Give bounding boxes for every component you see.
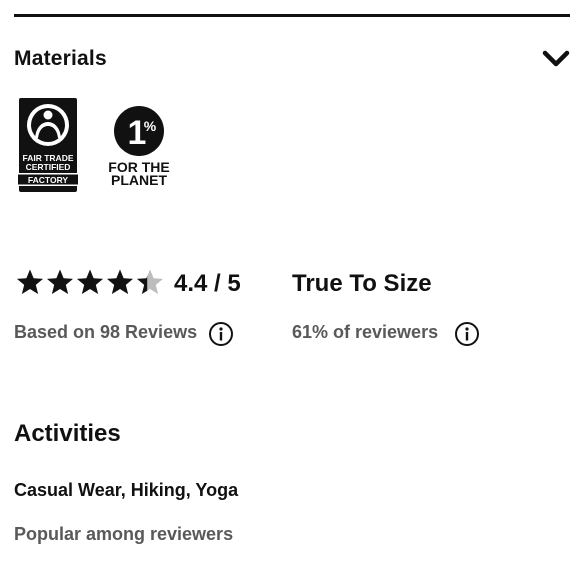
materials-accordion-header[interactable]: Materials: [14, 44, 570, 74]
chevron-down-icon[interactable]: [542, 45, 570, 73]
one-percent-for-the-planet-logo: 1 % FOR THE PLANET: [108, 106, 170, 188]
activities-list: Casual Wear, Hiking, Yoga: [14, 480, 239, 500]
fit-title: True To Size: [292, 270, 432, 297]
svg-text:FACTORY: FACTORY: [28, 175, 68, 185]
materials-title: Materials: [14, 47, 107, 70]
rating-value: 4.4 / 5: [174, 270, 241, 297]
fair-trade-certified-logo: FAIR TRADE CERTIFIED FACTORY: [16, 98, 80, 192]
svg-text:CERTIFIED: CERTIFIED: [26, 162, 71, 172]
activities-note: Popular among reviewers: [14, 524, 234, 544]
true-to-size-percentage: 61% of reviewers: [292, 322, 439, 342]
star-full-icon: [47, 269, 73, 294]
info-icon[interactable]: [454, 321, 480, 347]
star-full-icon: [17, 269, 43, 294]
svg-text:PLANET: PLANET: [111, 172, 167, 188]
svg-text:%: %: [144, 118, 157, 134]
product-details-panel: Materials FAIR TRADE CERTIFIED FACTORY 1…: [0, 0, 580, 580]
info-icon[interactable]: [208, 321, 234, 347]
star-full-icon: [77, 269, 103, 294]
activities-title: Activities: [14, 420, 121, 447]
certification-badges: FAIR TRADE CERTIFIED FACTORY 1 % FOR THE…: [16, 98, 174, 192]
star-partial-icon: [137, 269, 163, 294]
star-full-icon: [107, 269, 133, 294]
section-divider: [14, 14, 570, 17]
review-count: Based on 98 Reviews: [14, 322, 198, 342]
star-rating: [16, 268, 166, 296]
